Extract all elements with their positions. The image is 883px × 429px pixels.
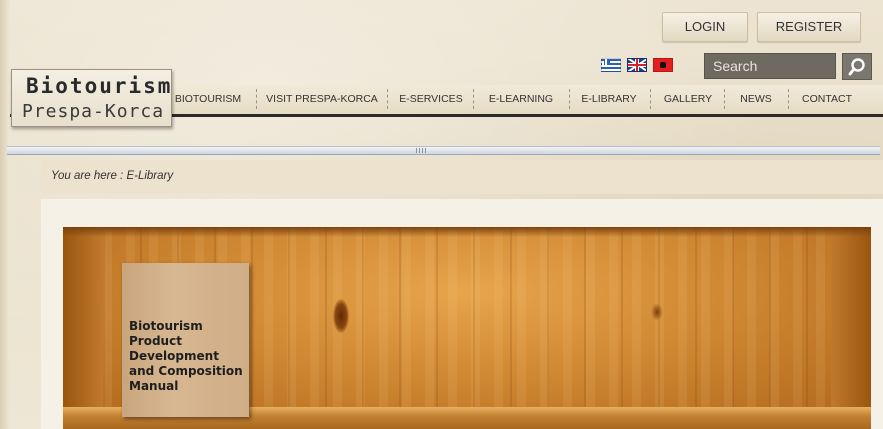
search-icon (848, 58, 865, 76)
shelf-right-side (831, 227, 871, 429)
uk-flag-icon[interactable] (627, 58, 647, 72)
nav-visit-prespa-korca[interactable]: VISIT PRESPA-KORCA (264, 85, 380, 114)
nav-e-services[interactable]: E-SERVICES (396, 85, 466, 114)
nav-separator (569, 89, 570, 109)
site-logo[interactable]: Biotourism Prespa-Korca (11, 69, 172, 127)
nav-separator (473, 89, 474, 109)
nav-separator (256, 89, 257, 109)
panel-splitter[interactable] (7, 146, 880, 155)
greek-flag-icon[interactable] (601, 58, 621, 72)
book-title: Biotourism Product Development and Compo… (129, 319, 243, 393)
search-button[interactable] (842, 53, 872, 80)
logo-subtitle: Prespa-Korca (22, 101, 165, 122)
breadcrumb: You are here : E-Library (51, 170, 174, 182)
shelf-top-shadow (63, 227, 871, 237)
nav-separator (788, 89, 789, 109)
page-left-edge (0, 0, 10, 429)
albanian-flag-icon[interactable] (653, 58, 673, 72)
shelf-left-side (63, 227, 103, 429)
nav-separator (724, 89, 725, 109)
nav-news[interactable]: NEWS (733, 85, 779, 114)
nav-e-learning[interactable]: E-LEARNING (481, 85, 561, 114)
nav-e-library[interactable]: E-LIBRARY (576, 85, 642, 114)
nav-separator (650, 89, 651, 109)
logo-title: Biotourism (26, 74, 173, 98)
login-button[interactable]: LOGIN (662, 12, 748, 42)
nav-gallery[interactable]: GALLERY (658, 85, 718, 114)
nav-separator (387, 89, 388, 109)
nav-biotourism[interactable]: BIOTOURISM (172, 85, 244, 114)
wood-knot (333, 299, 349, 333)
wood-knot (651, 303, 663, 321)
splitter-grip-icon[interactable] (416, 148, 426, 153)
nav-contact[interactable]: CONTACT (796, 85, 858, 114)
book-item[interactable]: Biotourism Product Development and Compo… (122, 263, 249, 417)
register-button[interactable]: REGISTER (757, 12, 861, 42)
search-input[interactable] (704, 53, 836, 79)
